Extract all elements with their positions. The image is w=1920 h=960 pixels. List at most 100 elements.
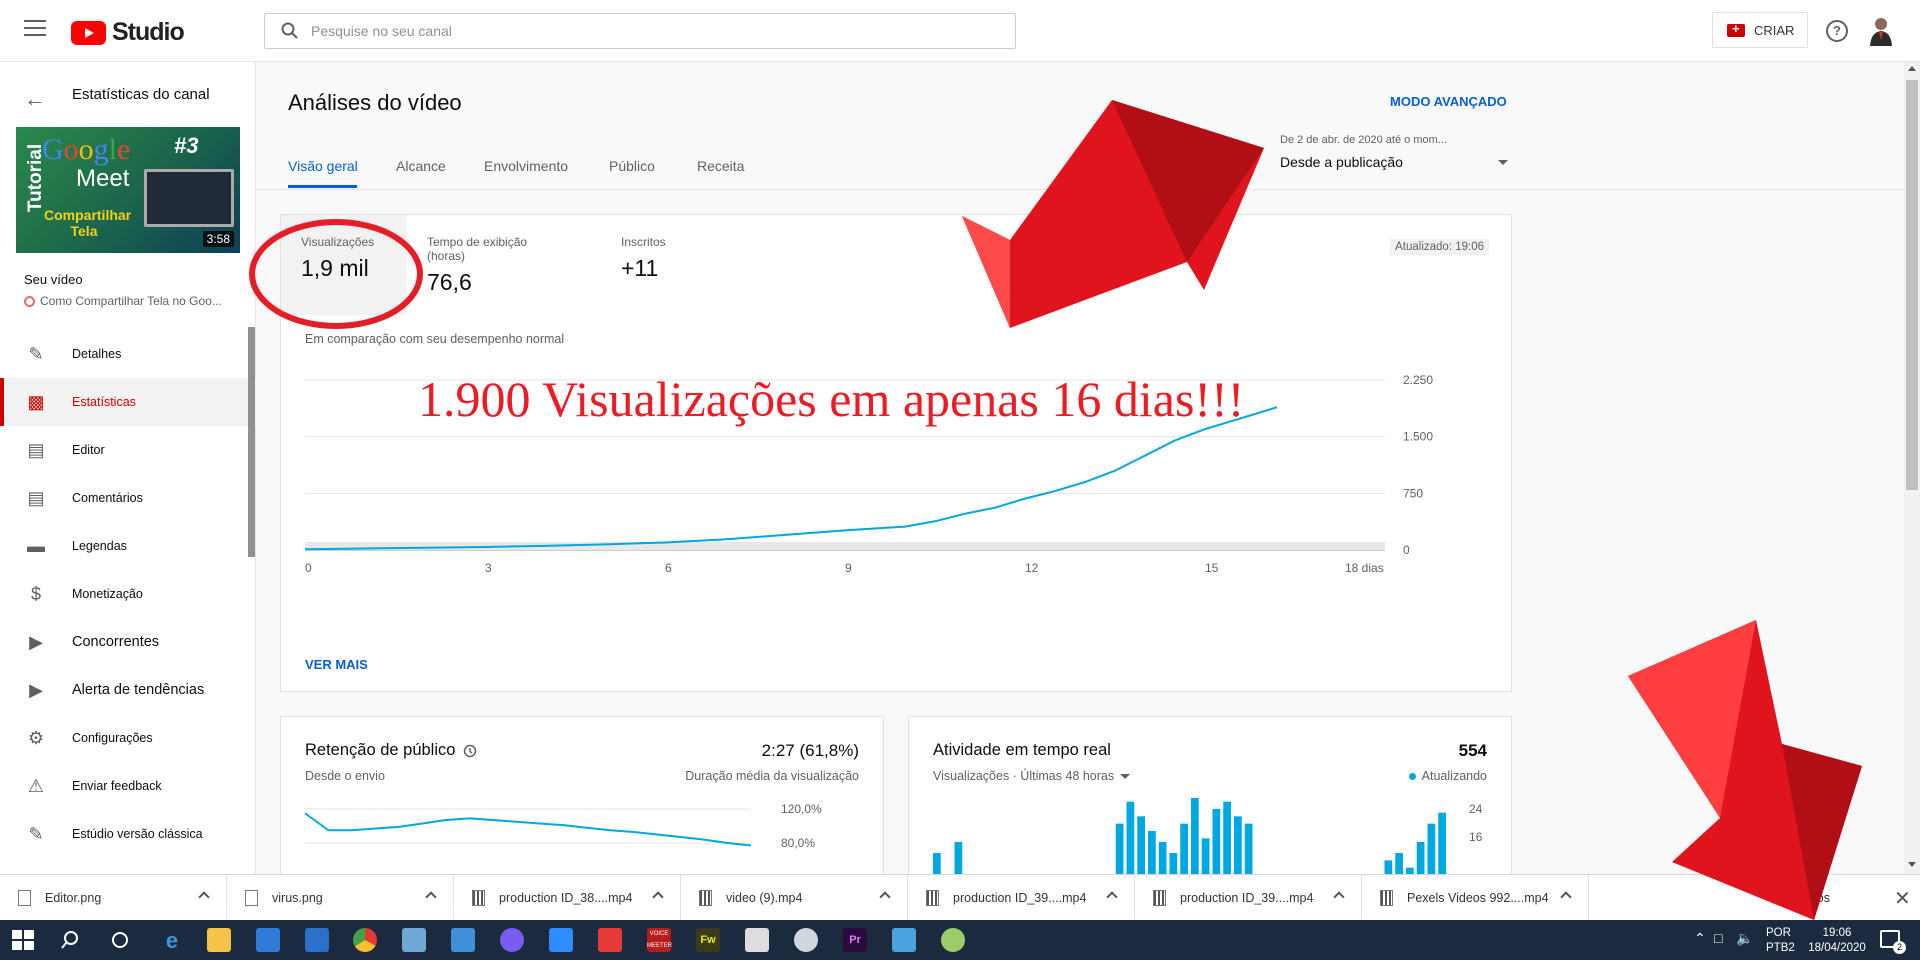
notification-icon[interactable]: 2 — [1880, 930, 1906, 954]
notepad-icon[interactable] — [402, 928, 426, 952]
sidebar-item-classico[interactable]: ✎ Estúdio versão clássica — [0, 810, 256, 858]
x-tick-label: 3 — [485, 561, 492, 575]
create-button[interactable]: CRIAR — [1712, 12, 1808, 48]
sidebar-item-legendas[interactable]: ▬ Legendas — [0, 522, 256, 570]
search-input[interactable] — [311, 23, 961, 39]
metric-subscribers[interactable]: Inscritos +11 — [601, 215, 721, 315]
download-filename: video (9).mp4 — [726, 891, 803, 905]
metric-value: +11 — [621, 255, 659, 281]
advanced-mode-link[interactable]: MODO AVANÇADO — [1390, 94, 1507, 109]
thumbnail-product: Meet — [76, 165, 130, 192]
search-box[interactable] — [264, 13, 1016, 49]
close-icon[interactable]: ✕ — [1894, 886, 1911, 911]
download-item[interactable]: Pexels Videos 992....mp4 — [1362, 875, 1589, 921]
tab-reach[interactable]: Alcance — [396, 158, 446, 174]
mail-icon[interactable] — [305, 928, 329, 952]
tab-revenue[interactable]: Receita — [697, 158, 744, 174]
download-item[interactable]: production ID_39....mp4 — [1135, 875, 1362, 921]
page-scrollbar[interactable] — [1904, 62, 1920, 874]
chevron-up-icon[interactable] — [1333, 891, 1345, 903]
thumbnail-number: #3 — [174, 133, 199, 158]
disc-icon[interactable] — [794, 928, 818, 952]
download-filename: Editor.png — [45, 891, 102, 905]
paint-icon[interactable] — [941, 928, 965, 952]
edge-icon[interactable]: e — [160, 928, 184, 953]
scroll-up-icon[interactable] — [1908, 66, 1916, 71]
x-tick-label: 12 — [1025, 561, 1039, 575]
chevron-up-icon[interactable]: ⌃ — [1694, 930, 1706, 947]
sidebar-item-comentarios[interactable]: ▤ Comentários — [0, 474, 256, 522]
tab-engagement[interactable]: Envolvimento — [484, 158, 568, 174]
y-tick-label: 750 — [1403, 486, 1423, 500]
tab-audience[interactable]: Público — [609, 158, 655, 174]
chevron-up-icon[interactable] — [1560, 891, 1572, 903]
help-icon[interactable]: ? — [1826, 20, 1848, 42]
calculator-icon[interactable] — [745, 928, 769, 952]
scroll-down-icon[interactable] — [1908, 862, 1916, 867]
chevron-up-icon[interactable] — [652, 891, 664, 903]
language-code: POR — [1766, 927, 1791, 939]
sidebar-item-estatisticas[interactable]: ▩ Estatísticas — [0, 378, 256, 426]
logo-text: Studio — [112, 18, 185, 46]
chevron-up-icon[interactable] — [1106, 891, 1118, 903]
menu-icon[interactable] — [24, 20, 46, 38]
sidebar-item-monetizacao[interactable]: $ Monetização — [0, 570, 256, 618]
retention-value-label: Duração média da visualização — [685, 769, 859, 783]
plugin-icon: ▶ — [29, 631, 43, 652]
main-content: Análises do vídeo MODO AVANÇADO Visão ge… — [256, 62, 1920, 897]
realtime-status: Atualizando — [1408, 769, 1487, 783]
show-all-downloads[interactable]: bir todos — [1782, 875, 1830, 921]
voicemeeter-icon[interactable]: VOICE MEETER — [647, 928, 672, 952]
download-item[interactable]: Editor.png — [0, 875, 227, 921]
video-title[interactable]: Como Compartilhar Tela no Goo... — [24, 294, 222, 308]
see-more-link[interactable]: VER MAIS — [305, 657, 368, 672]
download-item[interactable]: video (9).mp4 — [681, 875, 908, 921]
x-tick-label: 18 dias — [1345, 561, 1384, 575]
fireworks-icon[interactable]: Fw — [696, 928, 720, 952]
app-icon[interactable] — [500, 928, 524, 952]
network-icon[interactable] — [451, 928, 475, 952]
sidebar-item-concorrentes[interactable]: ▶ Concorrentes — [0, 618, 256, 666]
app-icon[interactable] — [598, 928, 622, 952]
search-icon[interactable] — [60, 928, 84, 952]
date-range-selector[interactable]: De 2 de abr. de 2020 até o mom... Desde … — [1280, 134, 1520, 184]
avatar[interactable] — [1868, 16, 1894, 46]
chevron-up-icon[interactable] — [879, 891, 891, 903]
windows-start-icon[interactable] — [12, 930, 34, 950]
zoom-icon[interactable] — [549, 928, 573, 952]
file-explorer-icon[interactable] — [207, 928, 231, 952]
studio-logo[interactable]: Studio — [71, 18, 185, 47]
cortana-icon[interactable] — [108, 928, 132, 952]
scroll-thumb[interactable] — [1906, 80, 1918, 490]
clock[interactable]: 19:06 18/04/2020 — [1802, 926, 1872, 956]
sidebar-item-editor[interactable]: ▤ Editor — [0, 426, 256, 474]
store-icon[interactable] — [256, 928, 280, 952]
download-item[interactable]: production ID_38....mp4 — [454, 875, 681, 921]
chevron-up-icon[interactable] — [425, 891, 437, 903]
download-item[interactable]: virus.png — [227, 875, 454, 921]
download-filename: virus.png — [272, 891, 323, 905]
sidebar-item-label: Estatísticas — [72, 395, 136, 409]
chevron-up-icon[interactable] — [198, 891, 210, 903]
sidebar-item-feedback[interactable]: ⚠ Enviar feedback — [0, 762, 256, 810]
network-icon[interactable]: □ — [1714, 930, 1722, 946]
tab-overview[interactable]: Visão geral — [288, 158, 358, 174]
image-file-icon — [245, 890, 258, 906]
app-icon[interactable] — [892, 928, 916, 952]
sidebar-item-configuracoes[interactable]: ⚙ Configurações — [0, 714, 256, 762]
realtime-subtitle-text: Visualizações · Últimas 48 horas — [933, 769, 1115, 783]
sidebar-item-alerta[interactable]: ▶ Alerta de tendências — [0, 666, 256, 714]
sidebar-scrollbar[interactable] — [248, 327, 255, 557]
premiere-icon[interactable]: Pr — [843, 928, 867, 952]
volume-icon[interactable]: 🔈 — [1736, 930, 1753, 947]
language-indicator[interactable]: POR PTB2 — [1766, 926, 1795, 956]
metric-watch-time[interactable]: Tempo de exibição (horas) 76,6 — [407, 215, 587, 315]
download-item[interactable]: production ID_39....mp4 — [908, 875, 1135, 921]
sidebar-item-label: Legendas — [72, 539, 127, 553]
chrome-icon[interactable] — [353, 928, 377, 952]
video-thumbnail[interactable]: Tutorial Google Meet #3 Compartilhar Tel… — [16, 127, 240, 253]
sidebar-item-detalhes[interactable]: ✎ Detalhes — [0, 330, 256, 378]
back-arrow-icon[interactable]: ← — [24, 86, 46, 112]
metric-views[interactable]: Visualizações 1,9 mil — [281, 215, 407, 315]
realtime-subtitle[interactable]: Visualizações · Últimas 48 horas — [933, 769, 1131, 783]
